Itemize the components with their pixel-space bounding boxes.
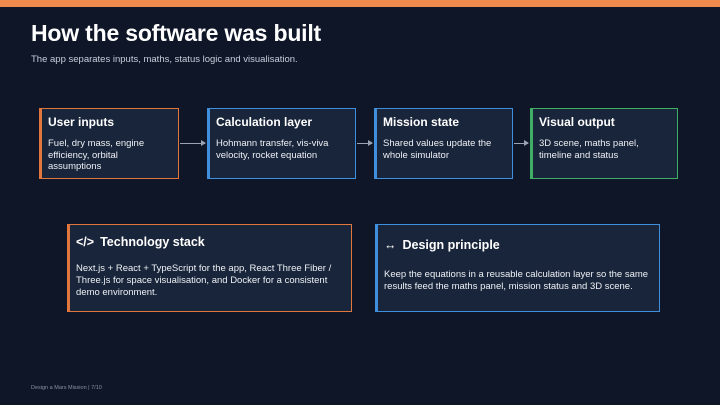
technology-stack-card: </> Technology stack Next.js + React + Ty… (67, 224, 352, 312)
flow-box-visual-output: Visual output 3D scene, maths panel, tim… (530, 108, 678, 179)
flow-box-calculation-layer: Calculation layer Hohmann transfer, vis-… (207, 108, 356, 179)
design-principle-body: Keep the equations in a reusable calcula… (384, 269, 649, 292)
slide-subtitle: The app separates inputs, maths, status … (31, 54, 298, 65)
double-arrow-icon: ↔ (384, 238, 397, 252)
flow-box-body: 3D scene, maths panel, timeline and stat… (539, 138, 639, 161)
flow-box-body: Fuel, dry mass, engine efficiency, orbit… (48, 138, 145, 172)
flow-box-title: Calculation layer (216, 115, 313, 129)
slide-footer: Design a Mars Mission | 7/10 (31, 385, 102, 391)
arrow-right-icon (357, 140, 373, 146)
flow-box-title: Mission state (383, 115, 460, 129)
flow-box-title: Visual output (539, 115, 615, 129)
design-principle-card: ↔ Design principle Keep the equations in … (375, 224, 660, 312)
arrow-right-icon (180, 140, 206, 146)
slide-title: How the software was built (31, 20, 322, 46)
flow-box-body: Hohmann transfer, vis-viva velocity, roc… (216, 138, 329, 161)
code-icon: </> (76, 235, 95, 249)
technology-stack-title: </> Technology stack (76, 235, 341, 249)
arrow-right-icon (514, 140, 529, 146)
flow-box-mission-state: Mission state Shared values update the w… (374, 108, 513, 179)
flow-box-user-inputs: User inputs Fuel, dry mass, engine effic… (39, 108, 179, 179)
design-principle-title: ↔ Design principle (384, 238, 649, 252)
flow-box-title: User inputs (48, 115, 115, 129)
technology-stack-heading: Technology stack (100, 235, 205, 249)
flow-box-body: Shared values update the whole simulator (383, 138, 492, 161)
design-principle-heading: Design principle (402, 238, 500, 252)
top-accent-bar (0, 0, 720, 7)
technology-stack-body: Next.js + React + TypeScript for the app… (76, 263, 332, 298)
